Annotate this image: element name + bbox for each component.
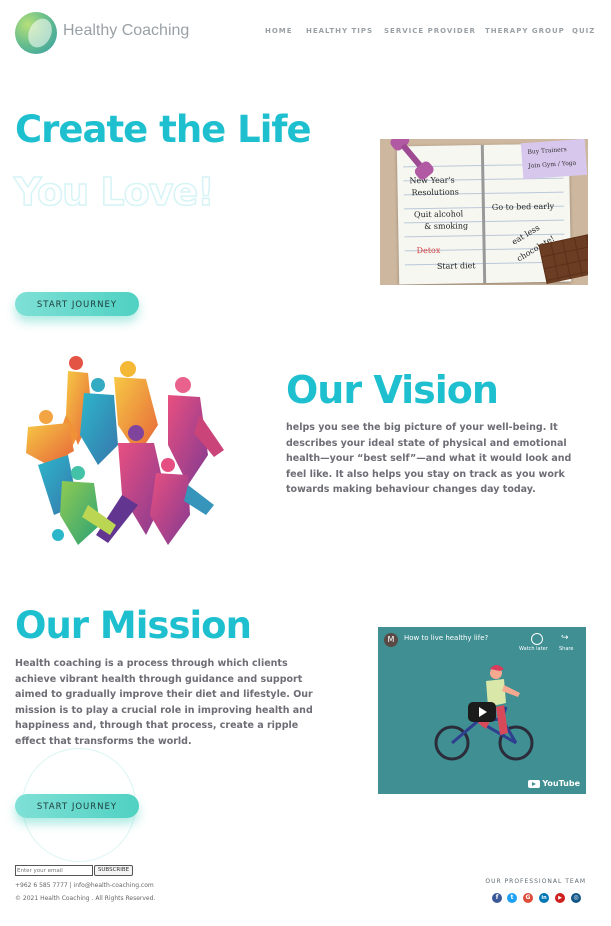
facebook-icon[interactable]: f <box>492 893 502 903</box>
start-journey-button-2[interactable]: START JOURNEY <box>15 794 139 818</box>
share-icon[interactable]: ↪ <box>561 633 569 643</box>
youtube-icon[interactable]: ▶ <box>555 893 565 903</box>
logo-icon[interactable] <box>15 12 57 54</box>
resolutions-image: New Year's Resolutions Quit alcohol & sm… <box>380 139 588 285</box>
contact-info: +962 6 585 7777 | info@health-coaching.c… <box>15 882 154 889</box>
mission-title: Our Mission <box>15 604 252 647</box>
youtube-logo[interactable]: YouTube <box>528 779 580 788</box>
nav-therapy-group[interactable]: THERAPY GROUP <box>485 27 565 35</box>
hero-title: Create the Life <box>15 108 312 151</box>
play-button[interactable] <box>468 702 496 722</box>
linkedin-icon[interactable]: in <box>539 893 549 903</box>
mission-text: Health coaching is a process through whi… <box>15 658 313 747</box>
subscribe-button[interactable]: SUBSCRIBE <box>94 865 133 876</box>
team-heading: OUR PROFESSIONAL TEAM <box>485 878 586 885</box>
nav-quiz[interactable]: QUIZ <box>572 27 595 35</box>
athletes-illustration <box>26 356 224 545</box>
google-plus-icon[interactable]: G <box>523 893 533 903</box>
nav-healthy-tips[interactable]: HEALTHY TIPS <box>306 27 373 35</box>
vision-title: Our Vision <box>286 368 499 412</box>
email-input[interactable] <box>15 865 93 876</box>
hero-subtitle: You Love! <box>13 169 215 215</box>
video-player[interactable]: M How to live healthy life? Watch later … <box>378 627 586 794</box>
clock-icon[interactable] <box>531 633 543 645</box>
channel-avatar[interactable]: M <box>384 633 398 647</box>
instagram-icon[interactable]: ◎ <box>571 893 581 903</box>
twitter-icon[interactable]: t <box>507 893 517 903</box>
nav-service-provider[interactable]: SERVICE PROVIDER <box>384 27 476 35</box>
vision-text: helps you see the big picture of your we… <box>286 422 572 495</box>
brand-name[interactable]: Healthy Coaching <box>63 22 189 40</box>
sticky-note: Buy Trainers Join Gym / Yoga <box>520 139 588 180</box>
copyright: © 2021 Health Coaching . All Rights Rese… <box>15 895 156 902</box>
start-journey-button[interactable]: START JOURNEY <box>15 292 139 316</box>
nav-home[interactable]: HOME <box>265 27 293 35</box>
share-label[interactable]: Share <box>559 646 573 652</box>
watch-later-label[interactable]: Watch later <box>519 646 548 652</box>
video-title[interactable]: How to live healthy life? <box>404 634 488 642</box>
